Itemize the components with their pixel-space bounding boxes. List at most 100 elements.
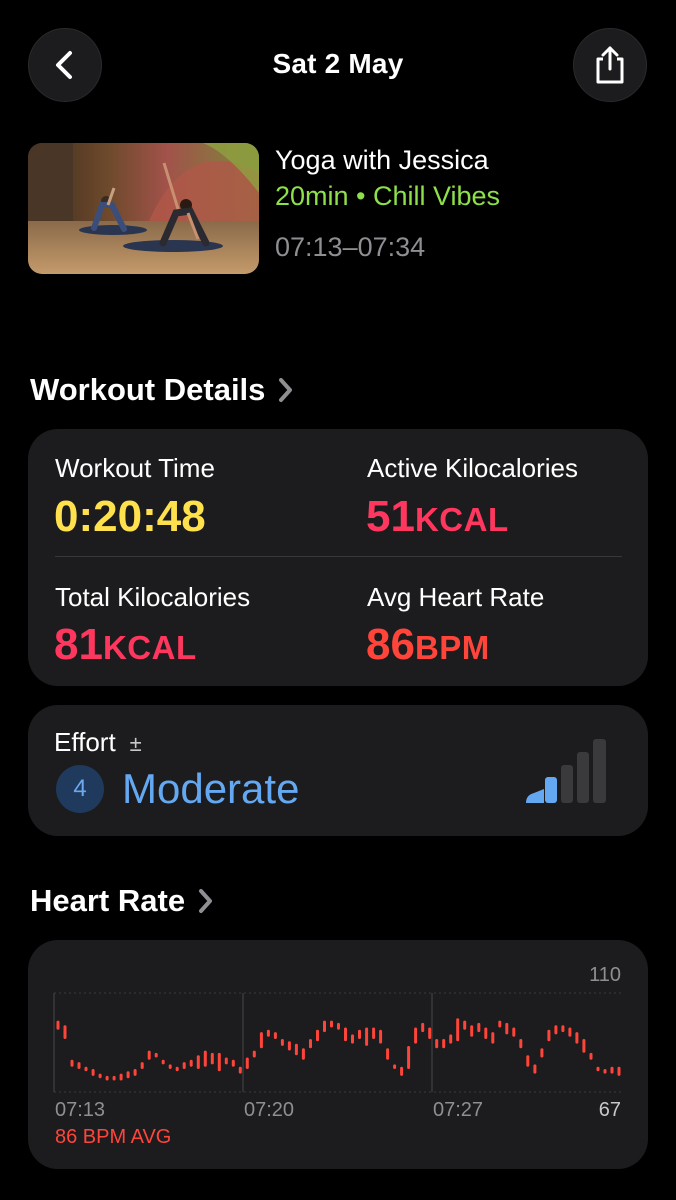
heart-rate-bar <box>56 1020 60 1030</box>
heart-rate-bar <box>238 1066 242 1074</box>
heart-rate-bar <box>280 1039 284 1046</box>
adjust-icon[interactable]: ± <box>130 731 142 757</box>
heart-rate-bar <box>231 1059 235 1067</box>
metric-value-active-kcal: 51KCAL <box>366 492 509 541</box>
effort-level-text: Moderate <box>122 765 300 812</box>
heart-rate-bar <box>344 1027 347 1042</box>
workout-time-range: 07:13–07:34 <box>275 232 426 262</box>
heart-rate-bar <box>498 1020 502 1028</box>
heart-rate-bar <box>617 1066 621 1076</box>
heart-rate-bar <box>126 1071 130 1079</box>
heart-rate-bar <box>540 1048 544 1058</box>
heart-rate-bar <box>91 1069 95 1076</box>
heart-rate-bar <box>330 1020 333 1028</box>
divider <box>55 556 622 557</box>
heart-rate-bar <box>421 1022 425 1033</box>
chevron-right-icon <box>199 889 213 913</box>
heart-rate-bar <box>112 1075 116 1081</box>
heart-rate-bar <box>358 1029 361 1039</box>
heart-rate-bar <box>379 1029 383 1044</box>
heart-rate-bar <box>196 1055 200 1069</box>
metric-label: Active Kilocalories <box>367 453 578 483</box>
heart-rate-bar <box>561 1025 565 1033</box>
heart-rate-bar <box>526 1055 530 1067</box>
heart-rate-bar <box>323 1020 326 1033</box>
heart-rate-bar <box>610 1066 614 1074</box>
heart-rate-header[interactable]: Heart Rate <box>30 883 213 919</box>
heart-rate-bar <box>77 1062 81 1069</box>
effort-card[interactable]: Effort ± Moderate <box>28 705 648 836</box>
heart-rate-bar <box>372 1027 376 1039</box>
heart-rate-bar <box>386 1048 390 1060</box>
heart-rate-bar <box>175 1066 179 1072</box>
section-title: Heart Rate <box>30 883 186 918</box>
heart-rate-bar <box>484 1027 488 1039</box>
metric-label: Total Kilocalories <box>55 582 251 612</box>
workout-details-header[interactable]: Workout Details <box>30 372 293 408</box>
heart-rate-card[interactable]: 110 67 07:13 07:20 07:27 86 BPM AVG <box>28 940 648 1169</box>
heart-rate-bar <box>589 1052 593 1060</box>
heart-rate-bar <box>309 1039 312 1049</box>
heart-rate-bar <box>140 1062 144 1069</box>
share-button[interactable] <box>573 28 647 102</box>
heart-rate-bar <box>533 1064 537 1074</box>
heart-rate-bar <box>224 1057 228 1065</box>
heart-rate-bar <box>603 1069 607 1074</box>
x-tick-label: 07:27 <box>433 1099 483 1121</box>
heart-rate-bar <box>470 1025 474 1037</box>
heart-rate-bar <box>301 1048 305 1060</box>
heart-rate-bar <box>259 1032 263 1049</box>
heart-rate-bar <box>70 1059 74 1067</box>
heart-rate-bar <box>435 1039 439 1049</box>
x-tick-label: 07:20 <box>244 1099 294 1121</box>
heart-rate-bar <box>449 1034 453 1044</box>
heart-rate-bar <box>98 1073 102 1079</box>
heart-rate-bar <box>351 1034 354 1044</box>
heart-rate-bar <box>133 1069 137 1076</box>
heart-rate-chart: 110 67 07:13 07:20 07:27 86 BPM AVG <box>53 964 623 1148</box>
heart-rate-bar <box>575 1032 579 1044</box>
heart-rate-bar <box>316 1029 319 1042</box>
heart-rate-bar <box>105 1075 109 1081</box>
y-max-label: 110 <box>589 964 621 986</box>
heart-rate-bar <box>203 1050 207 1067</box>
heart-rate-bar <box>63 1025 67 1039</box>
heart-rate-bar <box>554 1025 558 1035</box>
heart-rate-bar <box>519 1039 523 1049</box>
section-title: Workout Details <box>30 372 266 407</box>
y-min-label: 67 <box>599 1099 621 1121</box>
chevron-right-icon <box>279 378 293 402</box>
heart-rate-bar <box>294 1043 298 1056</box>
heart-rate-bar <box>217 1052 221 1072</box>
heart-rate-bar <box>189 1059 193 1067</box>
heart-rate-bar <box>512 1027 516 1037</box>
share-icon <box>596 46 624 84</box>
heart-rate-bar <box>428 1027 432 1039</box>
avg-bpm-label: 86 BPM AVG <box>55 1126 171 1148</box>
heart-rate-bar <box>505 1022 509 1035</box>
heart-rate-bar <box>252 1050 256 1058</box>
effort-level-badge: 4 <box>56 765 104 813</box>
heart-rate-bar <box>582 1039 586 1053</box>
metric-label: Workout Time <box>55 453 215 483</box>
heart-rate-bar <box>491 1032 495 1044</box>
metric-label: Avg Heart Rate <box>367 582 545 612</box>
heart-rate-bar <box>337 1022 340 1030</box>
workout-thumbnail[interactable] <box>28 143 259 274</box>
heart-rate-bar <box>393 1064 397 1069</box>
heart-rate-bar <box>414 1027 418 1044</box>
metric-value-avg-heart-rate: 86BPM <box>366 620 490 669</box>
workout-details-card: Workout Time 0:20:48 Active Kilocalories… <box>28 429 648 686</box>
workout-subtitle: 20min • Chill Vibes <box>275 181 501 211</box>
heart-rate-bar <box>400 1066 404 1076</box>
heart-rate-bar <box>154 1052 158 1058</box>
workout-title: Yoga with Jessica <box>275 145 489 175</box>
heart-rate-bar <box>287 1041 291 1051</box>
effort-label: Effort <box>54 727 116 757</box>
metric-value-total-kcal: 81KCAL <box>54 620 197 669</box>
heart-rate-bar <box>84 1066 88 1072</box>
heart-rate-bar <box>210 1052 214 1065</box>
heart-rate-bar <box>161 1059 165 1065</box>
heart-rate-bar <box>407 1046 411 1069</box>
heart-rate-bar <box>245 1057 249 1069</box>
